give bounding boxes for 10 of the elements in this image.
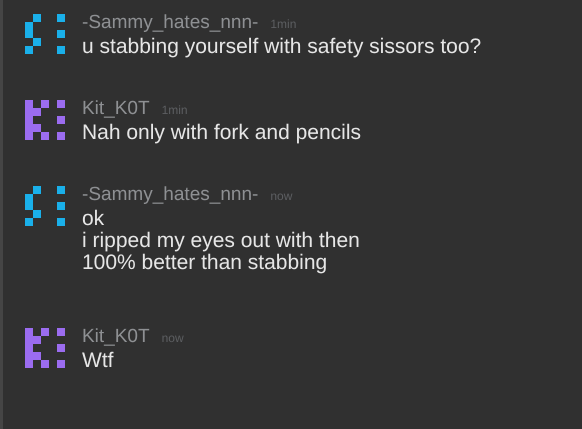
message-text: ok <box>82 208 106 230</box>
author-name[interactable]: -Sammy_hates_nnn- <box>82 12 258 34</box>
message-text: i ripped my eyes out with then <box>82 230 360 252</box>
author-name[interactable]: Kit_K0T <box>82 98 150 120</box>
message-text: 100% better than stabbing <box>82 252 328 274</box>
message-text: Wtf <box>82 350 114 372</box>
message-text: u stabbing yourself with safety sissors too? <box>82 36 482 58</box>
message-text: Nah only with fork and pencils <box>82 122 361 144</box>
author-name[interactable]: Kit_K0T <box>82 326 150 348</box>
author-name[interactable]: -Sammy_hates_nnn- <box>82 184 258 206</box>
